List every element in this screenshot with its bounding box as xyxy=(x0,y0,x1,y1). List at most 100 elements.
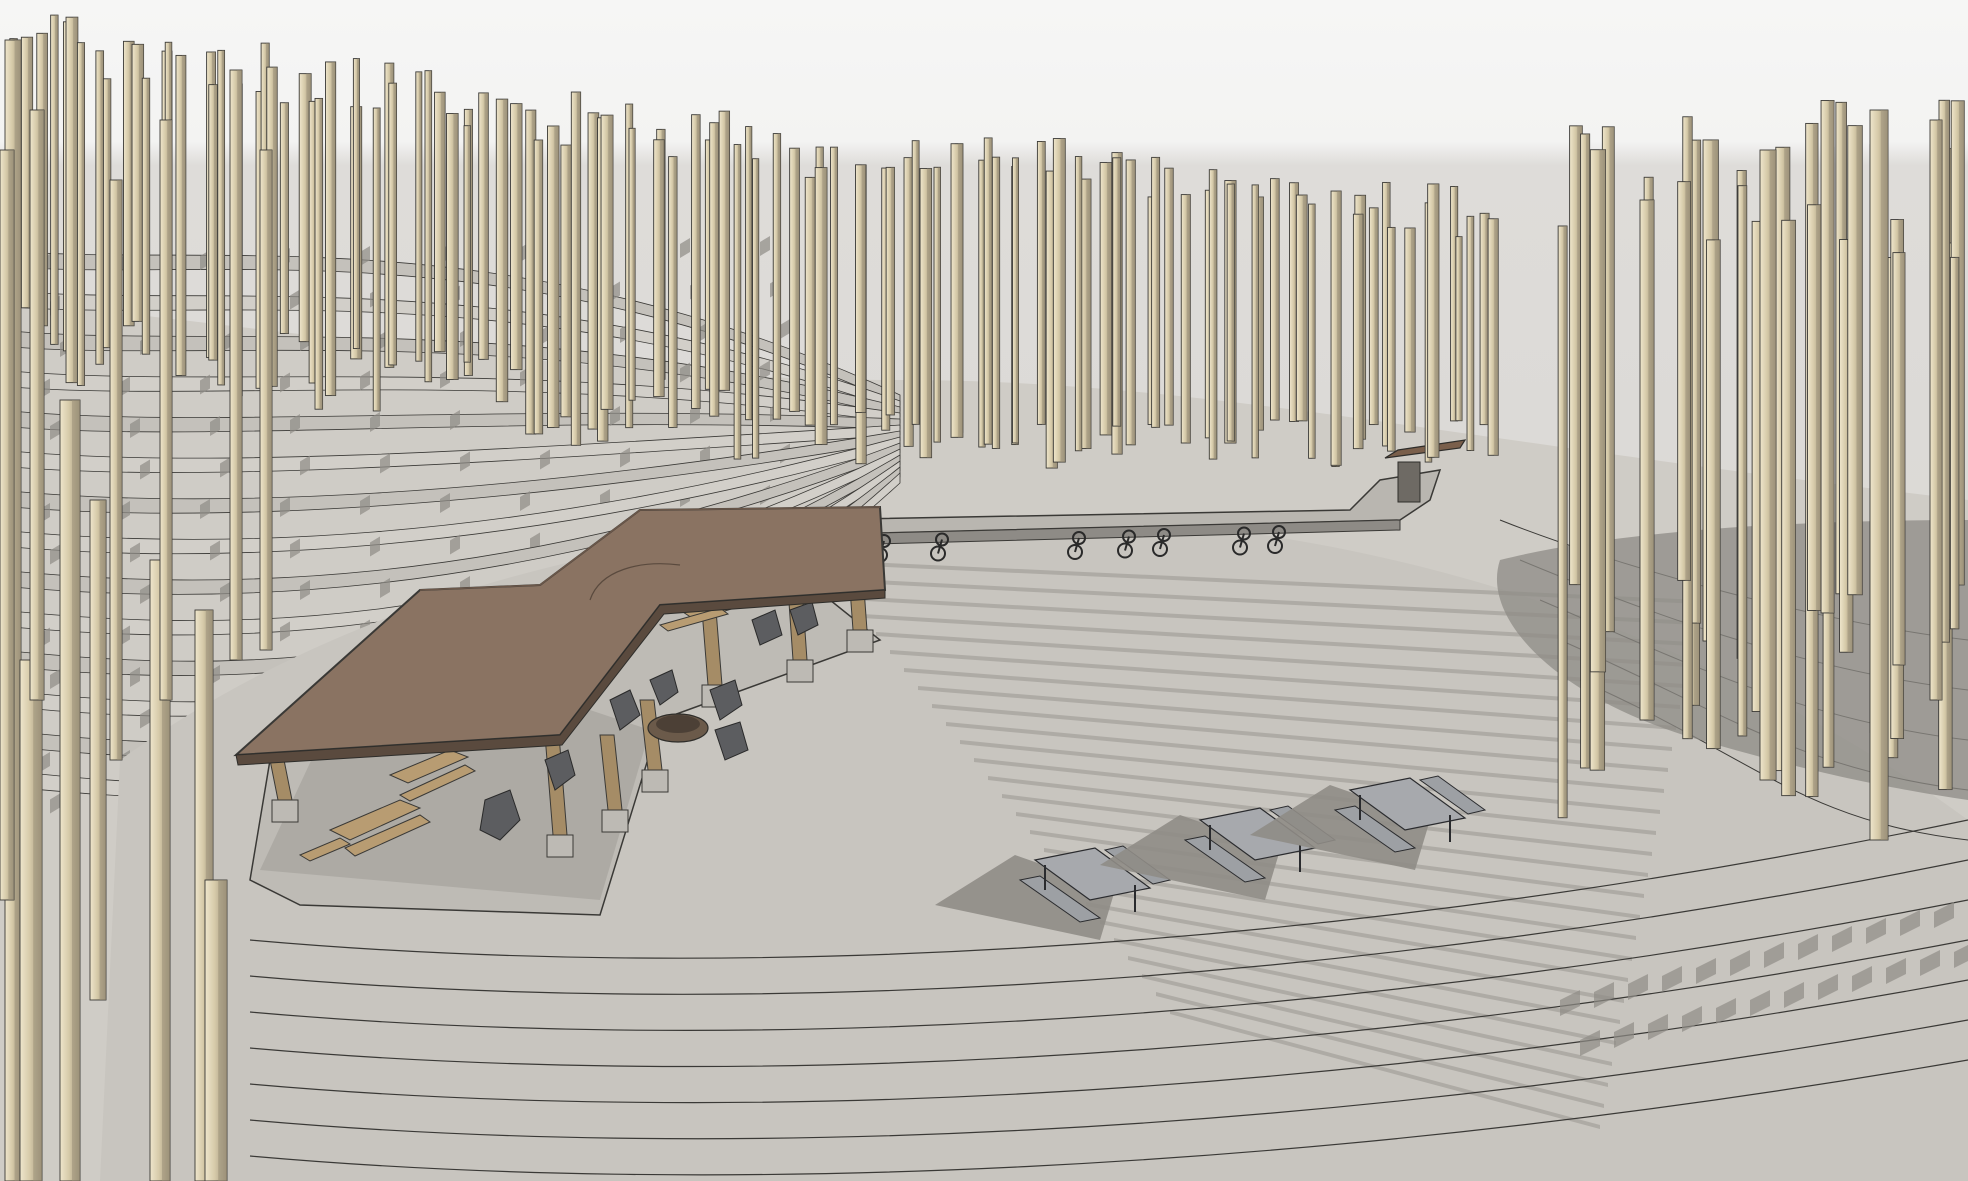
pole-shade xyxy=(1685,181,1691,581)
timber-pole xyxy=(1404,227,1416,433)
timber-pole xyxy=(89,499,107,1001)
fire-pit xyxy=(647,713,709,743)
timber-pole xyxy=(628,127,636,401)
timber-pole xyxy=(1869,109,1889,841)
timber-pole xyxy=(1820,100,1835,614)
timber-pole xyxy=(547,125,560,428)
timber-pole xyxy=(814,167,828,446)
pole-shade xyxy=(1563,225,1568,818)
pole-shade xyxy=(1856,125,1863,595)
timber-pole xyxy=(950,143,964,438)
pole-shade xyxy=(55,15,59,345)
pole-shade xyxy=(237,70,242,660)
pole-shade xyxy=(608,115,613,410)
timber-pole xyxy=(919,168,933,459)
pole-shade xyxy=(1789,220,1796,796)
timber-pole xyxy=(533,139,544,435)
pole-shade xyxy=(1042,141,1046,425)
pole-shade xyxy=(1259,197,1264,431)
timber-pole xyxy=(1706,239,1721,750)
timber-pole xyxy=(733,144,742,460)
timber-pole xyxy=(933,166,941,443)
pole-shade xyxy=(1880,110,1888,840)
pole-shade xyxy=(218,880,227,1181)
pole-shade xyxy=(715,122,719,417)
timber-pole xyxy=(745,126,753,421)
amphitheater-scene xyxy=(0,0,1968,1181)
pole-shade xyxy=(777,133,781,420)
pole-shade xyxy=(99,500,106,1000)
timber-pole xyxy=(1270,178,1280,421)
pole-shade xyxy=(1359,214,1363,449)
timber-pole xyxy=(314,97,324,410)
pole-shade xyxy=(377,108,381,411)
pole-shade xyxy=(221,50,225,385)
pole-shade xyxy=(822,167,827,445)
timber-pole xyxy=(29,109,45,701)
pole-shade xyxy=(1471,216,1474,451)
pole-shade xyxy=(926,168,932,458)
pole-shade xyxy=(937,167,941,443)
pole-shade xyxy=(834,147,838,425)
pole-shade xyxy=(440,92,446,352)
timber-pole xyxy=(1929,119,1943,701)
pole-shade xyxy=(146,78,150,355)
pole-shade xyxy=(1743,185,1747,736)
timber-pole xyxy=(653,139,665,398)
pole-shade xyxy=(1609,126,1615,632)
timber-pole xyxy=(1180,194,1191,444)
timber-pole xyxy=(229,69,243,661)
pole-shade xyxy=(1213,169,1217,460)
pole-shade xyxy=(1494,218,1499,456)
pole-shade xyxy=(1312,204,1316,459)
timber-pole xyxy=(772,133,782,420)
pole-shade xyxy=(503,99,508,402)
post-footing xyxy=(601,809,629,833)
timber-pole xyxy=(1112,157,1122,427)
timber-pole xyxy=(76,42,86,386)
timber-pole xyxy=(95,50,105,365)
pole-shade xyxy=(81,42,85,386)
timber-pole xyxy=(1487,218,1499,456)
post-footing xyxy=(546,834,574,858)
timber-pole xyxy=(325,61,337,397)
pole-shade xyxy=(958,143,963,438)
timber-pole xyxy=(1151,156,1161,428)
timber-pole xyxy=(352,58,360,349)
timber-pole xyxy=(1892,252,1906,666)
timber-pole xyxy=(709,122,720,417)
timber-pole xyxy=(141,77,151,355)
pole-shade xyxy=(1131,159,1136,445)
pole-shade xyxy=(554,126,559,428)
timber-pole xyxy=(600,114,614,410)
pole-shade xyxy=(1275,178,1280,421)
pole-shade xyxy=(467,125,471,363)
timber-pole xyxy=(1012,157,1019,444)
pole-shade xyxy=(539,140,543,434)
pole-shade xyxy=(72,400,80,1181)
timber-pole xyxy=(175,54,187,376)
pole-shade xyxy=(725,111,730,391)
pole-shade xyxy=(1016,157,1019,443)
timber-pole xyxy=(424,70,433,383)
pole-shade xyxy=(419,71,422,362)
pole-shade xyxy=(117,180,122,760)
pole-shade xyxy=(273,67,278,387)
timber-pole xyxy=(1737,185,1748,737)
timber-pole xyxy=(1677,181,1691,581)
timber-pole xyxy=(1589,149,1607,673)
timber-pole xyxy=(752,158,760,459)
timber-pole xyxy=(217,49,226,386)
timber-pole xyxy=(855,164,867,413)
timber-pole xyxy=(109,179,123,761)
timber-pole xyxy=(495,98,509,403)
pole-shade xyxy=(285,102,289,334)
pole-shade xyxy=(988,137,993,445)
timber-pole xyxy=(718,110,731,391)
timber-pole xyxy=(1099,162,1113,436)
pole-shade xyxy=(38,110,44,700)
pole-shade xyxy=(749,126,752,420)
timber-pole xyxy=(204,879,228,1181)
timber-pole xyxy=(1387,226,1396,452)
timber-pole xyxy=(560,144,573,418)
